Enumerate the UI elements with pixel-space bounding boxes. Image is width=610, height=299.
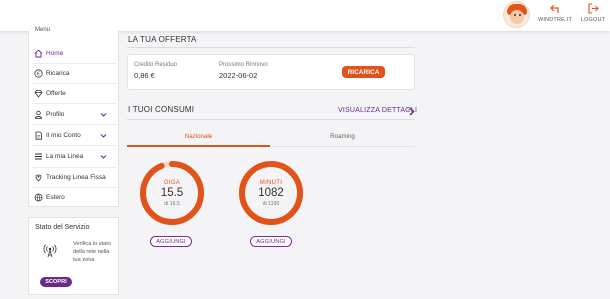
giga-total: di 16.5 xyxy=(164,201,180,207)
sidebar-item-label: Home xyxy=(46,49,64,57)
user-avatar[interactable] xyxy=(503,1,530,28)
windtre-label: WINDTRE.IT xyxy=(537,17,573,23)
logout-icon xyxy=(587,3,599,14)
minuti-title: MINUTI xyxy=(259,180,283,186)
sidebar-item-label: Profilo xyxy=(46,110,65,118)
menu-caption: Menu xyxy=(35,27,51,33)
sidebar-item-home[interactable]: Home xyxy=(29,44,120,62)
home-icon xyxy=(34,49,43,58)
sidebar-item-label: Estero xyxy=(46,193,65,201)
sidebar-item-estero[interactable]: Estero xyxy=(29,188,120,206)
logout-label: LOGOUT xyxy=(580,17,606,23)
sidebar-item-label: Il mio Conto xyxy=(46,131,81,139)
lines-icon xyxy=(34,152,43,161)
minuti-gauge: MINUTI 1082 di 1100 xyxy=(238,160,304,226)
giga-title: GIGA xyxy=(163,180,181,186)
ricarica-button[interactable]: RICARICA xyxy=(342,66,385,78)
credit-label: Credito Residuo xyxy=(134,62,178,68)
svg-text:€: € xyxy=(37,71,41,77)
doc-icon xyxy=(34,131,43,140)
service-status-title: Stato del Servizio xyxy=(35,224,90,231)
sidebar-item-label: La mia Linea xyxy=(46,152,84,160)
offer-section-title: LA TUA OFFERTA xyxy=(128,35,197,44)
logout-button[interactable]: LOGOUT xyxy=(578,0,608,23)
renewal-value: 2022-06-02 xyxy=(219,71,258,80)
top-bar: WINDTRE.IT LOGOUT xyxy=(0,0,610,31)
sidebar-menu: Menu Home € Ricarica Offerte Profilo Il … xyxy=(28,27,120,207)
giga-value: 15.5 xyxy=(160,187,184,199)
sidebar-item-profilo[interactable]: Profilo xyxy=(29,105,120,123)
consumption-tabs: Nazionale Roaming xyxy=(127,126,415,147)
user-icon xyxy=(34,110,43,119)
consumption-section-title: I TUOI CONSUMI xyxy=(128,105,195,114)
scopri-button[interactable]: SCOPRI xyxy=(40,277,72,287)
chevron-down-icon[interactable] xyxy=(100,153,107,160)
sidebar-item-il-mio-conto[interactable]: Il mio Conto xyxy=(29,126,120,144)
chevron-down-icon[interactable] xyxy=(100,111,107,118)
aggiungi-minuti-button[interactable]: AGGIUNGI xyxy=(250,236,292,247)
giga-gauge: GIGA 15.5 di 16.5 xyxy=(139,160,205,226)
globe-icon xyxy=(34,193,43,202)
offer-card: Credito Residuo 0,86 € Prossimo Rinnovo … xyxy=(127,54,415,90)
chevron-right-icon[interactable] xyxy=(408,107,415,116)
euro-icon: € xyxy=(34,68,43,78)
sidebar-item-la-mia-linea[interactable]: La mia Linea xyxy=(29,147,120,165)
credit-value: 0,86 € xyxy=(134,71,155,80)
service-status-card: Stato del Servizio Verifica lo stato del… xyxy=(28,217,119,295)
aggiungi-giga-button[interactable]: AGGIUNGI xyxy=(150,236,192,247)
sidebar-item-label: Tracking Linea Fissa xyxy=(46,173,106,181)
active-tab-indicator xyxy=(127,145,270,147)
tab-roaming[interactable]: Roaming xyxy=(270,126,415,147)
diamond-icon xyxy=(34,89,43,98)
service-status-description: Verifica lo stato della rete nella tua z… xyxy=(73,241,111,263)
sidebar-item-tracking-linea-fissa[interactable]: Tracking Linea Fissa xyxy=(29,168,120,186)
sidebar-item-label: Offerte xyxy=(46,89,66,97)
sidebar-item-label: Ricarica xyxy=(46,69,70,77)
renewal-label: Prossimo Rinnovo xyxy=(219,62,268,68)
back-arrow-icon xyxy=(550,4,559,13)
sidebar-item-ricarica[interactable]: € Ricarica xyxy=(29,64,120,82)
sidebar-item-offerte[interactable]: Offerte xyxy=(29,84,120,102)
visualizza-dettagli-link[interactable]: VISUALIZZA DETTAGLI xyxy=(338,107,417,114)
windtre-link[interactable]: WINDTRE.IT xyxy=(537,0,573,23)
antenna-icon xyxy=(43,244,57,258)
chevron-down-icon[interactable] xyxy=(100,132,107,139)
minuti-value: 1082 xyxy=(258,187,284,199)
minuti-total: di 1100 xyxy=(262,201,280,207)
tab-nazionale[interactable]: Nazionale xyxy=(127,126,270,147)
truck-icon xyxy=(34,173,43,182)
